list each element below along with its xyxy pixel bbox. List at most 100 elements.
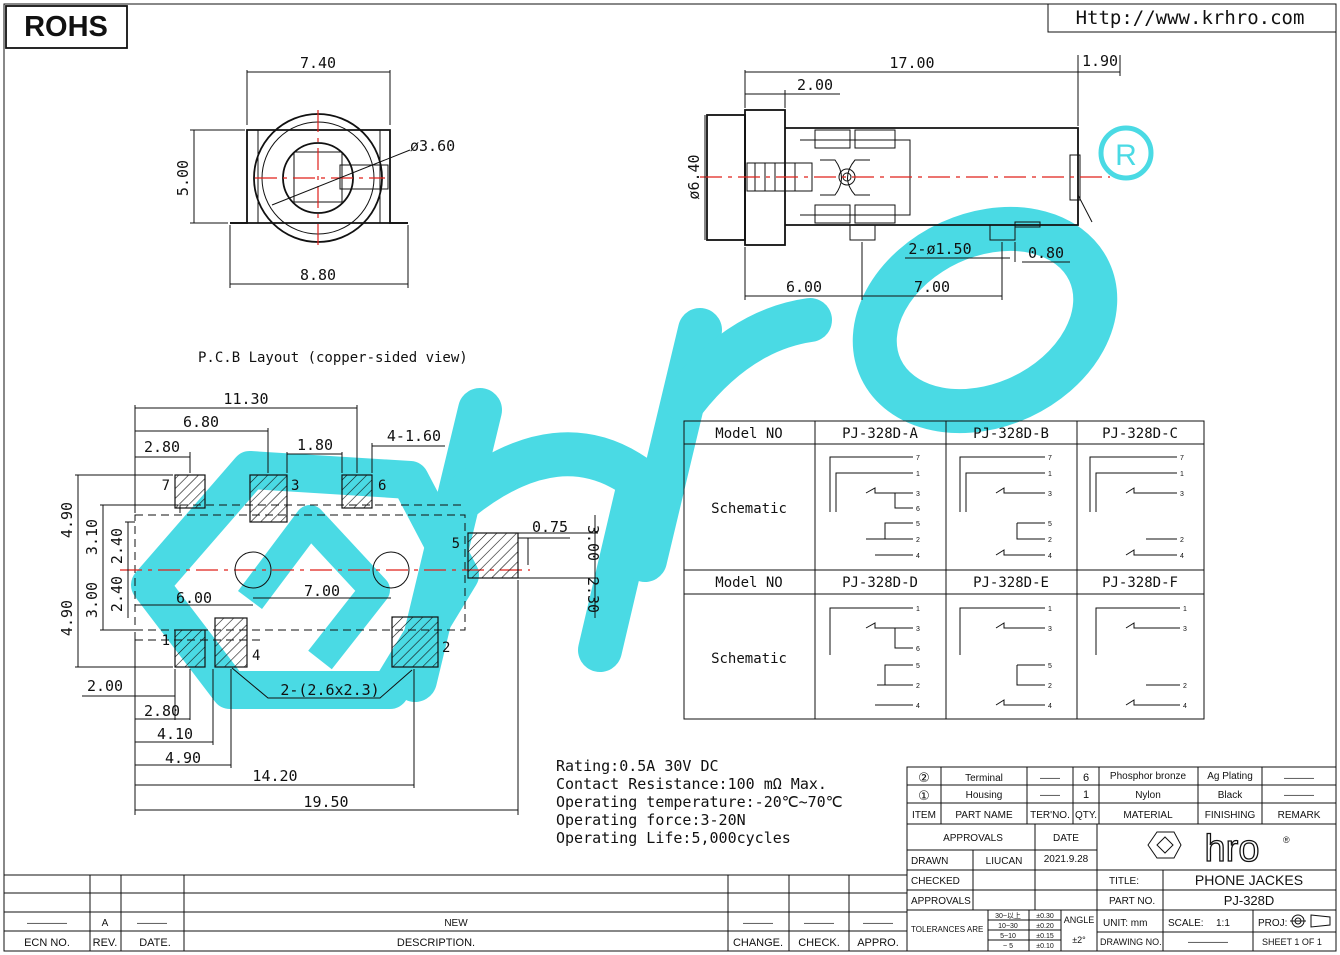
bom-material-1: Nylon — [1135, 790, 1161, 801]
tol-range-1: 30~以上 — [995, 911, 1021, 920]
svg-text:6: 6 — [916, 646, 920, 653]
dim-front-width-top: 7.40 — [300, 54, 336, 72]
dim-300a: 3.00 — [584, 525, 602, 561]
bom-header-material: MATERIAL — [1123, 810, 1173, 821]
proj-label: PROJ: — [1258, 918, 1287, 929]
rev-check: ——— — [804, 918, 834, 929]
rev-rev: A — [102, 918, 109, 929]
front-view: 7.40 5.00 ø3.60 8.80 — [174, 54, 455, 288]
bom-header-remark: REMARK — [1278, 810, 1321, 821]
model-f: PJ-328D-F — [1102, 575, 1178, 591]
scale-value: 1:1 — [1216, 918, 1230, 929]
dim-280a: 2.80 — [144, 438, 180, 456]
svg-text:5: 5 — [916, 663, 920, 670]
schematic-e: 1 3 5 2 4 — [959, 606, 1052, 710]
svg-text:4: 4 — [916, 703, 920, 710]
bom-ter-2: —— — [1040, 773, 1060, 784]
svg-text:3: 3 — [1048, 491, 1052, 498]
bom-header-item: ITEM — [912, 810, 936, 821]
svg-text:2: 2 — [1180, 537, 1184, 544]
rev-change: ——— — [743, 918, 773, 929]
svg-text:5: 5 — [1048, 663, 1052, 670]
angle-label: ANGLE — [1064, 915, 1095, 925]
dim-410: 4.10 — [157, 725, 193, 743]
svg-text:5: 5 — [1048, 521, 1052, 528]
bom-material-2: Phosphor bronze — [1110, 771, 1187, 782]
tolerances-label: TOLERANCES ARE — [911, 925, 983, 934]
dim-075: 0.75 — [532, 518, 568, 536]
svg-text:3: 3 — [1180, 491, 1184, 498]
svg-text:7: 7 — [1048, 455, 1052, 462]
schematic-label-2: Schematic — [711, 651, 787, 667]
spec-life: Operating Life:5,000cycles — [556, 829, 791, 847]
rev-appro: ——— — [863, 918, 893, 929]
schematic-c: 7 1 3 2 4 — [1089, 455, 1184, 560]
bom-qty-2: 6 — [1083, 772, 1089, 784]
bom-remark-2: ——— — [1284, 773, 1314, 784]
dim-700: 7.00 — [304, 582, 340, 600]
checked-label: CHECKED — [911, 876, 960, 887]
svg-text:1: 1 — [1048, 471, 1052, 478]
tol-range-3: 5~10 — [1000, 933, 1016, 940]
dim-1420: 14.20 — [252, 767, 297, 785]
dim-1130: 11.30 — [223, 390, 268, 408]
dim-200: 2.00 — [87, 677, 123, 695]
svg-text:4: 4 — [1048, 703, 1052, 710]
bom-finish-1: Black — [1218, 790, 1243, 801]
rev-header-rev: REV. — [93, 937, 118, 949]
pin-label-2: 2 — [442, 640, 450, 656]
model-b: PJ-328D-B — [973, 426, 1049, 442]
pin-label-7: 7 — [162, 478, 170, 494]
projection-icon — [1290, 914, 1331, 928]
pin-label-3: 3 — [291, 478, 299, 494]
model-table: Model NO PJ-328D-A PJ-328D-B PJ-328D-C S… — [683, 420, 1205, 720]
dim-side-front: 2.00 — [797, 76, 833, 94]
rohs-box: ROHS — [5, 5, 128, 49]
drawing-title: PHONE JACKES — [1195, 872, 1303, 888]
dim-hole-dia: ø3.60 — [410, 137, 455, 155]
dim-4160: 4-1.60 — [387, 427, 441, 445]
drawing-no-label: DRAWING NO. — [1100, 937, 1162, 947]
bom-header-finish: FINISHING — [1205, 810, 1256, 821]
title-label: TITLE: — [1109, 876, 1139, 887]
dim-pin-holes: 2-ø1.50 — [908, 240, 971, 258]
rev-header-ecn: ECN NO. — [24, 937, 70, 949]
svg-text:4: 4 — [1048, 553, 1052, 560]
rev-description: NEW — [444, 918, 468, 929]
dim-side-dia: ø6.40 — [685, 154, 703, 199]
svg-text:R: R — [1115, 139, 1137, 172]
date-header: DATE — [1053, 833, 1079, 844]
model-d: PJ-328D-D — [842, 575, 918, 591]
dim-side-tip: 1.90 — [1082, 52, 1118, 70]
svg-text:7: 7 — [1180, 455, 1184, 462]
hro-logo: hro ® — [1147, 827, 1290, 871]
approvals-label: APPROVALS — [911, 896, 971, 907]
approvals-header: APPROVALS — [943, 833, 1003, 844]
scale-label: SCALE: — [1168, 918, 1204, 929]
rohs-label: ROHS — [24, 11, 108, 43]
dim-1950: 19.50 — [303, 793, 348, 811]
dim-front-width-bottom: 8.80 — [300, 266, 336, 284]
svg-text:1: 1 — [916, 606, 920, 613]
bom-item-1: ① — [918, 788, 930, 803]
svg-text:1: 1 — [1183, 606, 1187, 613]
model-head-label-2: Model NO — [715, 575, 782, 591]
bom-header-ter: TER'NO. — [1030, 810, 1070, 821]
dim-490a: 4.90 — [58, 502, 76, 538]
spec-temp: Operating temperature:-20℃~70℃ — [556, 793, 843, 811]
drawn-by: LIUCAN — [986, 856, 1023, 867]
rev-header-description: DESCRIPTION. — [397, 937, 475, 949]
bom-item-2: ② — [918, 770, 930, 785]
url-box: Http://www.krhro.com — [1047, 4, 1336, 33]
angle-value: ±2° — [1072, 935, 1086, 945]
dim-600: 6.00 — [176, 589, 212, 607]
dim-230: 2.30 — [584, 577, 602, 613]
bom-qty-1: 1 — [1083, 789, 1089, 801]
dim-side-length: 17.00 — [889, 54, 934, 72]
dim-180: 1.80 — [297, 436, 333, 454]
model-c: PJ-328D-C — [1102, 426, 1178, 442]
model-head-label: Model NO — [715, 426, 782, 442]
dim-side-pos2: 7.00 — [914, 278, 950, 296]
rev-ecn: ———— — [27, 918, 67, 929]
rev-header-check: CHECK. — [798, 937, 840, 949]
